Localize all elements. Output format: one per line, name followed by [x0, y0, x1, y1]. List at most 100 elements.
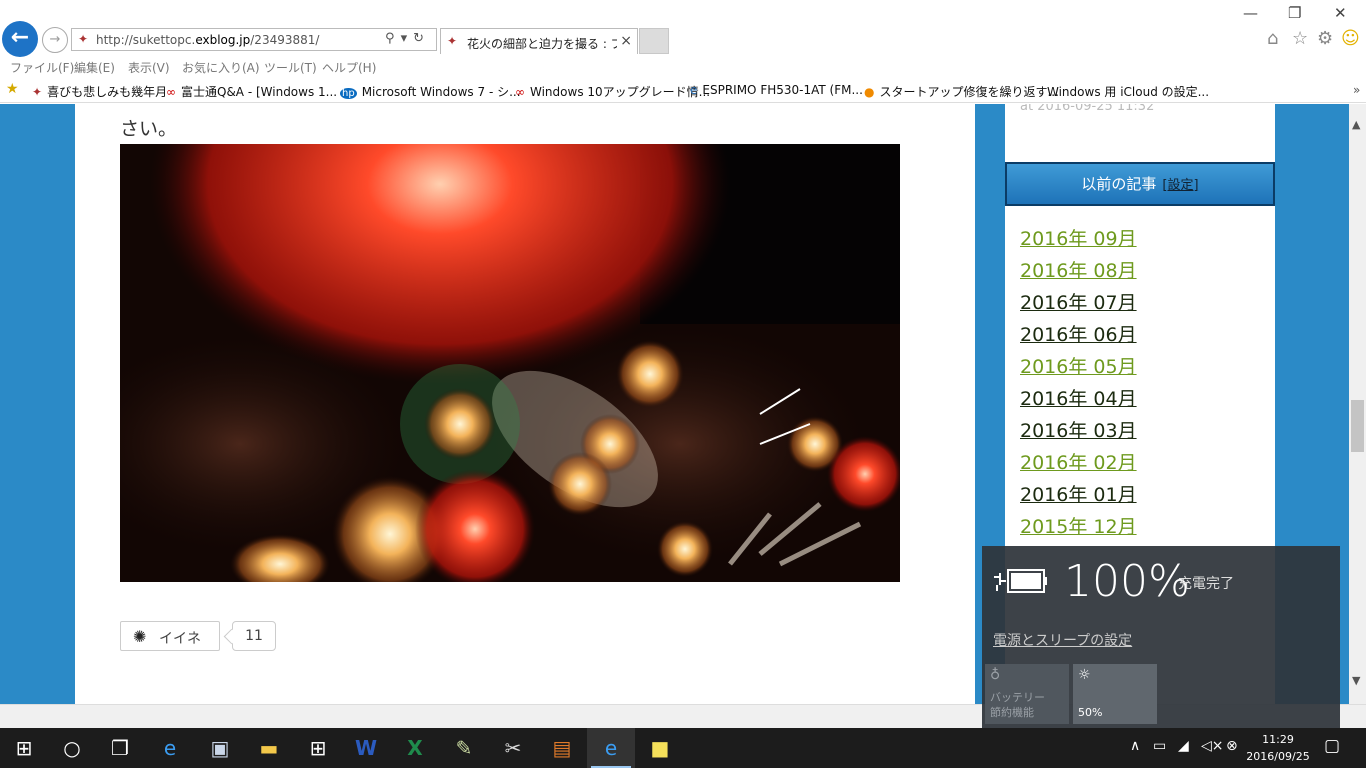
scroll-down-icon[interactable]: ▼ [1352, 674, 1360, 687]
taskbar-internet-explorer[interactable]: e [587, 728, 635, 768]
power-sleep-settings-link[interactable]: 電源とスリープの設定 [993, 630, 1132, 650]
taskbar-file-explorer[interactable]: ▬ [245, 728, 293, 768]
windows-logo-icon: ⊞ [15, 736, 33, 760]
cortana-button[interactable]: ○ [48, 728, 96, 768]
battery-saver-tile[interactable]: ♁ バッテリー 節約機能 [985, 664, 1069, 724]
scroll-thumb[interactable] [1351, 400, 1364, 452]
battery-tray-icon[interactable]: ▭ [1153, 738, 1166, 754]
favorite-item[interactable]: ∞ 富士通Q&A - [Windows 1... [166, 83, 337, 100]
archive-link-2016-09[interactable]: 2016年 09月 [1020, 224, 1137, 251]
browser-chrome: ← → ✦ http://sukettopc.exblog.jp/2349388… [0, 0, 1366, 104]
article-text: さい。 [120, 118, 178, 140]
taskbar-word[interactable]: W [342, 728, 390, 768]
orange-favicon-icon: ● [864, 85, 875, 99]
favorite-item[interactable]: Windows 用 iCloud の設定... [1042, 83, 1209, 100]
folder-icon: ▬ [259, 736, 279, 760]
menu-edit[interactable]: 編集(E) [74, 59, 115, 76]
restore-icon[interactable]: ❐ [1288, 4, 1301, 22]
smiley-feedback-icon[interactable]: ☺ [1341, 28, 1360, 49]
like-label: イイネ [159, 631, 201, 647]
taskbar-edge[interactable]: e [146, 728, 194, 768]
start-button[interactable]: ⊞ [0, 728, 48, 768]
favorite-item[interactable]: ● スタートアップ修復を繰り返す... [864, 83, 1059, 100]
taskbar-excel[interactable]: X [391, 728, 439, 768]
taskbar-store[interactable]: ⊞ [294, 728, 342, 768]
menu-favorites[interactable]: お気に入り(A) [182, 59, 260, 76]
favorites-star-icon[interactable]: ☆ [1292, 28, 1308, 49]
archive-link-2015-12[interactable]: 2015年 12月 [1020, 512, 1137, 539]
address-controls: ⚲▾↻ [385, 31, 430, 46]
address-bar[interactable]: ✦ http://sukettopc.exblog.jp/23493881/ ⚲… [71, 28, 437, 51]
battery-status: 充電完了 [1178, 576, 1234, 592]
ie-page-icon: e [690, 83, 698, 97]
arrow-right-icon: → [49, 32, 61, 47]
add-favorite-star-icon[interactable]: ★ [6, 81, 19, 97]
archive-link-2016-08[interactable]: 2016年 08月 [1020, 256, 1137, 283]
dropdown-icon[interactable]: ▾ [401, 31, 414, 46]
archive-link-2016-01[interactable]: 2016年 01月 [1020, 480, 1137, 507]
archive-title: 以前の記事 [1081, 175, 1157, 193]
forward-button[interactable]: → [42, 27, 68, 53]
taskbar-paint[interactable]: ✎ [440, 728, 488, 768]
exblog-like-icon: ✺ [133, 627, 147, 646]
minimize-icon[interactable]: — [1243, 4, 1258, 22]
archive-header: 以前の記事 [設定] [1005, 162, 1275, 206]
task-view-icon: ❐ [111, 736, 129, 760]
taskbar-toolbox[interactable]: ▤ [538, 728, 586, 768]
more-favorites-icon[interactable]: » [1353, 83, 1360, 97]
menu-tools[interactable]: ツール(T) [264, 59, 317, 76]
archive-link-2016-02[interactable]: 2016年 02月 [1020, 448, 1137, 475]
home-icon[interactable]: ⌂ [1267, 28, 1278, 49]
internet-explorer-icon: e [604, 736, 618, 760]
menu-view[interactable]: 表示(V) [128, 59, 170, 76]
archive-link-2016-06[interactable]: 2016年 06月 [1020, 320, 1137, 347]
exblog-favicon-icon: ✦ [447, 34, 458, 48]
archive-settings-link[interactable]: [設定] [1162, 178, 1198, 193]
search-icon[interactable]: ⚲ [385, 31, 401, 46]
volume-muted-icon[interactable]: ◁× [1201, 738, 1224, 754]
favorite-item[interactable]: hp Microsoft Windows 7 - シ... [340, 83, 521, 100]
favorite-item[interactable]: e ESPRIMO FH530-1AT (FM... [690, 83, 863, 97]
back-button[interactable]: ← [2, 21, 38, 57]
notification-off-icon[interactable]: ⊗ [1226, 738, 1238, 754]
archive-link-2016-07[interactable]: 2016年 07月 [1020, 288, 1137, 315]
like-button[interactable]: ✺ イイネ [120, 621, 220, 651]
brightness-tile[interactable]: ☼ 50% [1073, 664, 1157, 724]
tab-active[interactable]: ✦ 花火の細部と迫力を撮る : ブ... × [440, 28, 638, 54]
toolbox-icon: ▤ [552, 736, 572, 760]
vertical-scrollbar[interactable]: ▲ ▼ [1349, 104, 1366, 704]
menu-bar: ファイル(F) 編集(E) 表示(V) お気に入り(A) ツール(T) ヘルプ(… [0, 57, 1366, 77]
taskbar-photo-viewer[interactable]: ▣ [196, 728, 244, 768]
close-window-icon[interactable]: ✕ [1334, 4, 1347, 22]
address-url[interactable]: http://sukettopc.exblog.jp/23493881/ [96, 33, 319, 47]
scroll-up-icon[interactable]: ▲ [1352, 118, 1360, 131]
show-hidden-icons-chevron-icon[interactable]: ∧ [1130, 738, 1140, 754]
archive-link-2016-04[interactable]: 2016年 04月 [1020, 384, 1137, 411]
refresh-icon[interactable]: ↻ [413, 31, 430, 46]
paint-palette-icon: ✎ [455, 736, 473, 760]
taskbar-snipping-tool[interactable]: ✂ [489, 728, 537, 768]
favorites-bar: ★ ✦ 喜びも悲しみも幾年月 ∞ 富士通Q&A - [Windows 1... hp… [0, 79, 1366, 103]
menu-file[interactable]: ファイル(F) [10, 59, 74, 76]
battery-saver-label: バッテリー 節約機能 [990, 691, 1045, 719]
store-bag-icon: ⊞ [309, 736, 327, 760]
favorite-item[interactable]: ∞ Windows 10アップグレード情... [515, 83, 710, 100]
gear-icon[interactable]: ⚙ [1317, 28, 1333, 49]
battery-percent: 100% [1064, 556, 1190, 607]
archive-link-2016-05[interactable]: 2016年 05月 [1020, 352, 1137, 379]
menu-help[interactable]: ヘルプ(H) [322, 59, 376, 76]
archive-link-2016-03[interactable]: 2016年 03月 [1020, 416, 1137, 443]
fireworks-photo [120, 144, 900, 582]
exblog-favicon-icon: ✦ [78, 32, 89, 46]
photo-viewer-icon: ▣ [210, 736, 230, 760]
tab-close-icon[interactable]: × [620, 33, 632, 49]
word-icon: W [354, 736, 378, 760]
wifi-icon[interactable]: ◢ [1178, 738, 1189, 754]
taskbar-sticky-notes[interactable]: ■ [636, 728, 684, 768]
new-tab-button[interactable] [639, 28, 669, 54]
action-center-icon[interactable]: ▢ [1324, 736, 1340, 756]
task-view-button[interactable]: ❐ [96, 728, 144, 768]
taskbar-clock[interactable]: 11:29 2016/09/25 [1244, 731, 1312, 765]
favorite-item[interactable]: ✦ 喜びも悲しみも幾年月 [32, 83, 167, 100]
fujitsu-infinity-icon: ∞ [515, 85, 525, 99]
